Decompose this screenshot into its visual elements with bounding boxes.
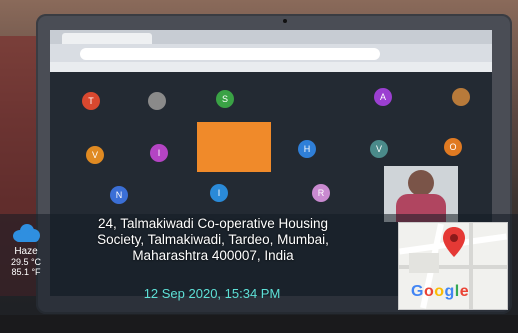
- participant-tile[interactable]: H: [298, 140, 316, 158]
- webcam-dot: [283, 19, 287, 23]
- participant-tile[interactable]: [148, 92, 166, 110]
- address-bar[interactable]: [80, 48, 380, 60]
- address-line-1: 24, Talmakiwadi Co-operative Housing: [97, 216, 329, 231]
- participant-tile[interactable]: T: [82, 92, 100, 110]
- address-line-2: Society, Talmakiwadi, Tardeo, Mumbai,: [97, 232, 329, 247]
- browser-tab[interactable]: [62, 33, 152, 44]
- map-thumbnail: Google: [398, 222, 508, 310]
- participant-tile[interactable]: I: [210, 184, 228, 202]
- participant-tile[interactable]: S: [216, 90, 234, 108]
- google-logo: Google: [411, 283, 470, 300]
- participant-tile[interactable]: V: [370, 140, 388, 158]
- participant-tile[interactable]: [452, 88, 470, 106]
- participant-tile[interactable]: V: [86, 146, 104, 164]
- bookmarks-bar: [50, 62, 492, 72]
- location-pin-icon: [443, 227, 465, 257]
- participant-tile[interactable]: A: [374, 88, 392, 106]
- tab-strip: [50, 30, 492, 44]
- location-address: 24, Talmakiwadi Co-operative Housing Soc…: [36, 216, 390, 264]
- person-face: [408, 170, 434, 196]
- address-line-3: Maharashtra 400007, India: [132, 248, 294, 263]
- participant-tile[interactable]: O: [444, 138, 462, 156]
- photo: T S A V I H V O N I R Haze 29.5 °C 85.1 …: [0, 0, 518, 333]
- active-speaker-tile[interactable]: [197, 122, 271, 172]
- participant-tile[interactable]: R: [312, 184, 330, 202]
- browser-toolbar: [50, 30, 492, 72]
- temperature-fahrenheit: 85.1 °F: [11, 267, 41, 277]
- participant-tile[interactable]: I: [150, 144, 168, 162]
- participant-tile[interactable]: N: [110, 186, 128, 204]
- timestamp: 12 Sep 2020, 15:34 PM: [143, 286, 281, 301]
- laptop-base: [0, 315, 518, 333]
